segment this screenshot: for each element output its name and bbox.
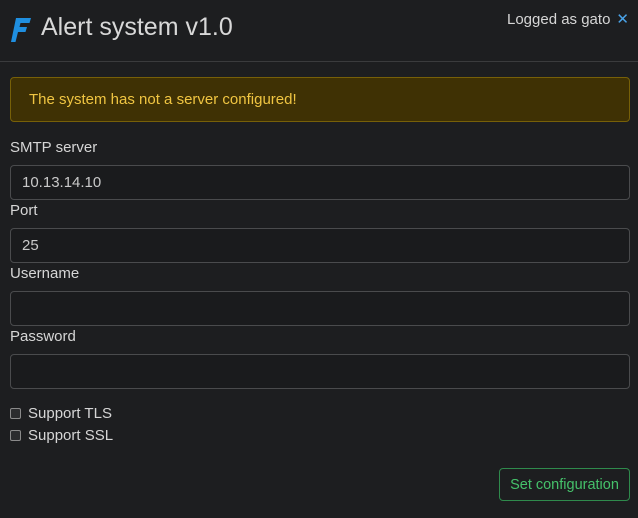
support-ssl-checkbox[interactable] <box>10 429 21 441</box>
set-configuration-button[interactable]: Set configuration <box>499 468 630 501</box>
app-header: Alert system v1.0 Logged as gato ✕ <box>0 0 638 62</box>
support-tls-checkbox[interactable] <box>10 407 21 419</box>
username-input[interactable] <box>10 291 630 326</box>
close-icon[interactable]: ✕ <box>616 11 629 28</box>
port-label: Port <box>10 202 38 219</box>
logged-user-text: Logged as gato <box>506 11 611 28</box>
brand-f-logo-icon <box>11 18 31 42</box>
support-ssl-label: Support SSL <box>28 426 114 444</box>
support-tls-label: Support TLS <box>28 404 112 422</box>
warning-alert: The system has not a server configured! <box>10 77 630 122</box>
smtp-server-input[interactable] <box>10 165 630 200</box>
port-input[interactable] <box>10 228 630 263</box>
username-label: Username <box>10 265 80 282</box>
password-label: Password <box>10 328 76 345</box>
user-status: Logged as gato ✕ <box>507 11 629 29</box>
password-input[interactable] <box>10 354 630 389</box>
smtp-server-label: SMTP server <box>10 139 98 156</box>
page-title: Alert system v1.0 <box>41 13 233 41</box>
support-ssl-row[interactable]: Support SSL <box>10 426 113 444</box>
support-tls-row[interactable]: Support TLS <box>10 404 112 422</box>
